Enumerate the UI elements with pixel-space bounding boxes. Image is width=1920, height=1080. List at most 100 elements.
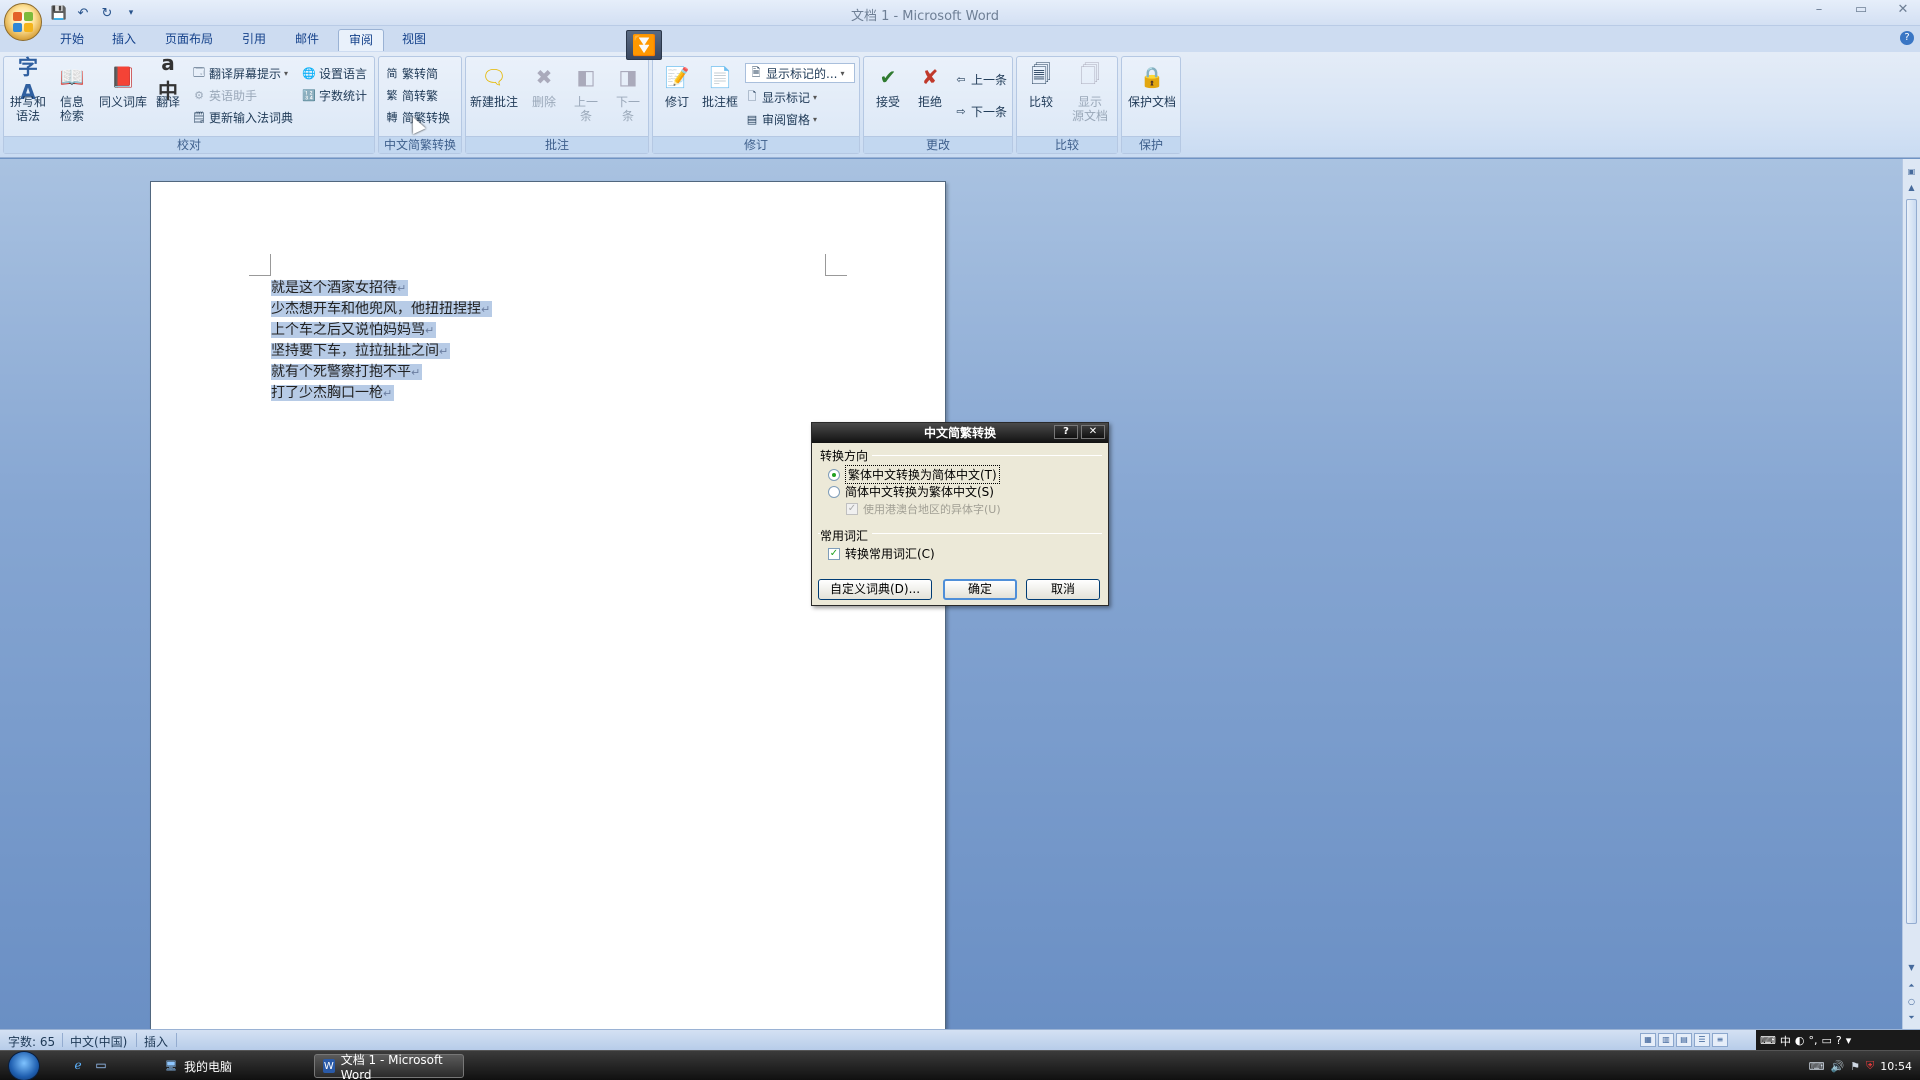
tab-home[interactable]: 开始 [50,29,94,51]
punctuation-icon[interactable]: °, [1809,1034,1818,1047]
network-icon[interactable]: ⚑ [1850,1060,1860,1073]
clock[interactable]: 10:54 [1880,1060,1912,1073]
group-chinese-conversion: 简 繁转简 繁 简转繁 轉 简繁转换 中文简繁转换 [378,56,462,154]
common-terms-checkbox[interactable]: ✓ [828,547,840,560]
status-separator [136,1033,137,1047]
insert-mode-status[interactable]: 插入 [144,1033,168,1050]
ime-indicator[interactable]: 中 [1780,1033,1791,1049]
tab-mailings[interactable]: 邮件 [285,29,329,51]
ime-help-icon[interactable]: ? [1836,1034,1842,1047]
trad-to-simp-option[interactable]: 繁体中文转换为简体中文(T) [828,465,1000,484]
previous-change-button[interactable]: ⇦ 上一条 [954,69,1007,89]
custom-dictionary-button[interactable]: 自定义词典(D)... [818,579,932,600]
dialog-close-button[interactable]: ✕ [1081,425,1105,439]
previous-page-icon[interactable]: ⏶ [1905,979,1918,992]
scrollbar-thumb[interactable] [1906,199,1917,924]
cancel-button[interactable]: 取消 [1026,579,1100,600]
english-assistant-button[interactable]: ⚙ 英语助手 [192,85,257,105]
dialog-title-bar[interactable]: 中文简繁转换 ? ✕ [812,423,1108,443]
language-status[interactable]: 中文(中国) [70,1033,127,1050]
options-chevron-icon[interactable]: ▾ [1846,1034,1852,1047]
new-comment-icon: 🗨 [481,65,507,89]
reviewing-pane-button[interactable]: ▤ 审阅窗格 ▾ [745,109,817,129]
document-line[interactable]: 坚持要下车，拉拉扯扯之间↵ [271,341,492,362]
ribbon-tabs: 开始 插入 页面布局 引用 邮件 审阅 视图 [0,26,1920,52]
tab-page-layout[interactable]: 页面布局 [155,29,223,51]
track-changes-button[interactable]: 📝 修订 [655,59,699,135]
browse-object-icon[interactable]: ○ [1905,995,1918,1008]
tab-references[interactable]: 引用 [232,29,276,51]
trad-to-simp-radio[interactable] [828,468,840,481]
document-text[interactable]: 就是这个酒家女招待↵ 少杰想开车和他兜风，他扭扭捏捏↵ 上个车之后又说怕妈妈骂↵… [271,278,493,404]
show-markup-select[interactable]: 🗎 显示标记的... ▾ [745,63,855,83]
word-count-status[interactable]: 字数: 65 [8,1033,55,1050]
accept-button[interactable]: ✔ 接受 [866,59,910,135]
show-markup-button[interactable]: 🗋 显示标记 ▾ [745,87,817,107]
document-line[interactable]: 少杰想开车和他兜风，他扭扭捏捏↵ [271,299,493,320]
simp-to-trad-radio[interactable] [828,485,840,498]
tab-insert[interactable]: 插入 [102,29,146,51]
ime-mode-icon[interactable]: ⌨ [1760,1034,1776,1047]
translate-button[interactable]: a中 翻译 [148,51,188,135]
tab-view[interactable]: 视图 [392,29,436,51]
update-ime-dictionary-button[interactable]: 🗒 更新输入法词典 [192,107,293,127]
show-desktop-icon[interactable]: ▭ [93,1058,109,1074]
document-line[interactable]: 就是这个酒家女招待↵ [271,278,492,299]
spelling-grammar-button[interactable]: 字A 拼写和 语法 [6,55,50,135]
ruler-toggle-icon[interactable]: ▣ [1905,165,1918,178]
ok-button[interactable]: 确定 [943,579,1017,600]
document-line[interactable]: 就有个死警察打抱不平↵ [271,362,492,383]
document-line[interactable]: 上个车之后又说怕妈妈骂↵ [271,320,492,341]
vertical-scrollbar[interactable]: ▣ ▲ ▼ ⏶ ○ ⏷ [1902,159,1920,1029]
draft-view-icon[interactable]: ≡ [1712,1033,1728,1047]
show-source-documents-button[interactable]: 🗍 显示 源文档 [1065,59,1115,135]
scroll-down-icon[interactable]: ▼ [1905,961,1918,974]
half-width-icon[interactable]: ◐ [1795,1034,1805,1047]
outline-view-icon[interactable]: ☰ [1694,1033,1710,1047]
chinese-conversion-dialog: 中文简繁转换 ? ✕ 转换方向 繁体中文转换为简体中文(T) 简体中文转换为繁体… [811,422,1109,606]
common-terms-option[interactable]: ✓ 转换常用词汇(C) [828,545,935,562]
help-icon[interactable]: ? [1900,31,1914,45]
previous-comment-button[interactable]: ◧ 上一 条 [564,59,608,135]
taskbar-item-word[interactable]: W 文档 1 - Microsoft Word [314,1053,464,1080]
protect-document-button[interactable]: 🔒 保护文档 [1126,59,1178,135]
next-page-icon[interactable]: ⏷ [1905,1011,1918,1024]
traditional-to-simplified-button[interactable]: 简 繁转简 [385,63,439,83]
close-button[interactable]: ✕ [1894,2,1912,20]
volume-icon[interactable]: 🔊 [1830,1060,1844,1073]
scroll-up-icon[interactable]: ▲ [1905,181,1918,194]
word-count-button[interactable]: 🔢 字数统计 [302,85,367,105]
print-layout-icon[interactable]: ▦ [1640,1033,1656,1047]
minimize-button[interactable]: – [1810,2,1828,20]
set-language-button[interactable]: 🌐 设置语言 [302,63,367,83]
status-bar: 字数: 65 中文(中国) 插入 ▦ ▥ ▤ ☰ ≡ ⌨ 中 ◐ °, ▭ ? … [0,1029,1920,1051]
full-screen-reading-icon[interactable]: ▥ [1658,1033,1674,1047]
keyboard-tray-icon[interactable]: ⌨ [1809,1060,1825,1073]
soft-keyboard-icon[interactable]: ▭ [1822,1034,1832,1047]
maximize-button[interactable]: ▭ [1852,2,1870,20]
next-change-button[interactable]: ⇨ 下一条 [954,101,1007,121]
translation-screentip-button[interactable]: 🗔 翻译屏幕提示 ▾ [192,63,288,83]
group-label-tracking: 修订 [653,136,859,153]
reject-button[interactable]: ✘ 拒绝 [908,59,952,135]
balloons-button[interactable]: 📄 批注框 [697,59,743,135]
security-icon[interactable]: ⛨ [1866,1059,1874,1073]
research-button[interactable]: 📖 信息 检索 [50,59,94,135]
tab-review[interactable]: 审阅 [338,29,385,51]
dialog-help-button[interactable]: ? [1054,425,1078,439]
internet-explorer-icon[interactable]: ℯ [70,1058,86,1074]
collapsed-group-icon[interactable]: ⏬ [626,30,662,60]
web-layout-icon[interactable]: ▤ [1676,1033,1692,1047]
start-button[interactable] [8,1051,40,1080]
document-line[interactable]: 打了少杰胸口一枪↵ [271,383,492,404]
taskbar-item-my-computer[interactable]: 🖥 我的电脑 [156,1054,240,1078]
next-comment-button[interactable]: ◨ 下一 条 [606,59,650,135]
simplified-to-traditional-button[interactable]: 繁 简转繁 [385,85,439,105]
new-comment-button[interactable]: 🗨 新建批注 [468,59,520,135]
delete-comment-button[interactable]: ✖ 删除 [522,59,566,135]
thesaurus-button[interactable]: 📕 同义词库 [96,59,150,135]
compare-button[interactable]: 🗐 比较 [1019,59,1063,135]
status-separator [176,1033,177,1047]
simp-to-trad-option[interactable]: 简体中文转换为繁体中文(S) [828,483,994,500]
office-button[interactable] [4,3,42,41]
